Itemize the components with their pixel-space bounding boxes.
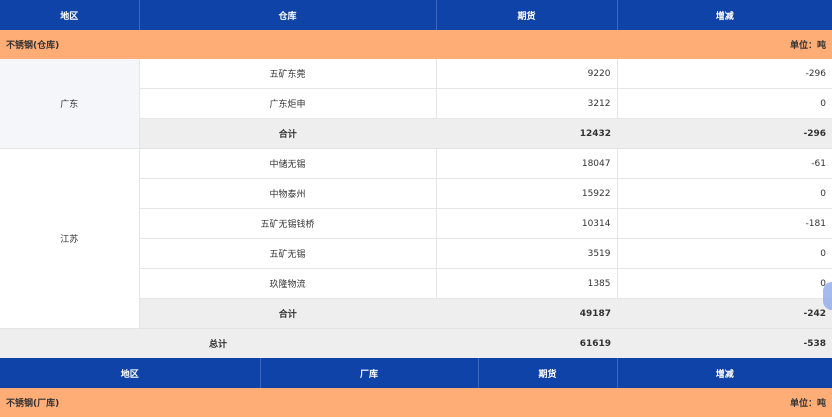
subtotal-change: -296: [617, 118, 832, 149]
col-factory: 厂库: [260, 358, 479, 388]
unit-label: 单位：吨: [478, 388, 832, 417]
grand-total-futures: 61619: [436, 328, 617, 358]
factory-table-header: 地区 厂库 期货 增减: [0, 358, 832, 388]
warehouse-name: 五矿无锡: [139, 238, 437, 269]
scroll-handle[interactable]: [823, 282, 832, 310]
futures-value: 1385: [436, 268, 618, 299]
col-region: 地区: [0, 358, 261, 388]
change-value: 0: [617, 268, 832, 299]
warehouse-name: 中物泰州: [139, 178, 437, 209]
table-row: 广东 五矿东莞 9220 -296: [0, 59, 832, 149]
futures-value: 15922: [436, 178, 618, 209]
futures-value: 3519: [436, 238, 618, 269]
change-value: -296: [617, 59, 832, 89]
subtotal-futures: 12432: [436, 118, 617, 149]
warehouse-table: 地区 仓库 期货 增减 不锈钢(仓库) 单位：吨 广东 五矿东莞 9220 -2…: [0, 0, 832, 358]
grand-total-change: -538: [617, 328, 832, 358]
subtotal-futures: 49187: [436, 298, 617, 329]
change-value: 0: [617, 178, 832, 209]
change-value: -181: [617, 208, 832, 239]
change-value: -61: [617, 148, 832, 179]
futures-value: 3212: [436, 88, 618, 119]
section-title: 不锈钢(仓库): [0, 30, 436, 59]
region-cell: 江苏: [0, 148, 140, 329]
col-change: 增减: [617, 358, 832, 388]
col-futures: 期货: [436, 0, 618, 30]
factory-table: 地区 厂库 期货 增减 不锈钢(厂库) 单位：吨: [0, 358, 832, 417]
warehouse-name: 五矿东莞: [139, 59, 437, 89]
warehouse-table-header: 地区 仓库 期货 增减: [0, 0, 832, 30]
warehouse-name: 玖隆物流: [139, 268, 437, 299]
grand-total-label: 总计: [0, 328, 436, 358]
unit-label: 单位：吨: [436, 30, 832, 59]
futures-value: 10314: [436, 208, 618, 239]
subtotal-change: -242: [617, 298, 832, 329]
col-futures: 期货: [478, 358, 618, 388]
warehouse-name: 五矿无锡钱桥: [139, 208, 437, 239]
col-region: 地区: [0, 0, 140, 30]
region-cell: 广东: [0, 59, 140, 149]
change-value: 0: [617, 238, 832, 269]
subtotal-label: 合计: [139, 298, 436, 329]
futures-value: 18047: [436, 148, 618, 179]
table-row: 江苏 中储无锡 18047 -61: [0, 148, 832, 329]
grand-total-row: 总计 61619 -538: [0, 328, 832, 358]
section-title: 不锈钢(厂库): [0, 388, 478, 417]
col-change: 增减: [617, 0, 832, 30]
section-band: 不锈钢(仓库) 单位：吨: [0, 30, 832, 59]
col-warehouse: 仓库: [139, 0, 437, 30]
warehouse-name: 中储无锡: [139, 148, 437, 179]
warehouse-name: 广东炬申: [139, 88, 437, 119]
subtotal-label: 合计: [139, 118, 436, 149]
section-band: 不锈钢(厂库) 单位：吨: [0, 388, 832, 417]
change-value: 0: [617, 88, 832, 119]
futures-value: 9220: [436, 59, 618, 89]
